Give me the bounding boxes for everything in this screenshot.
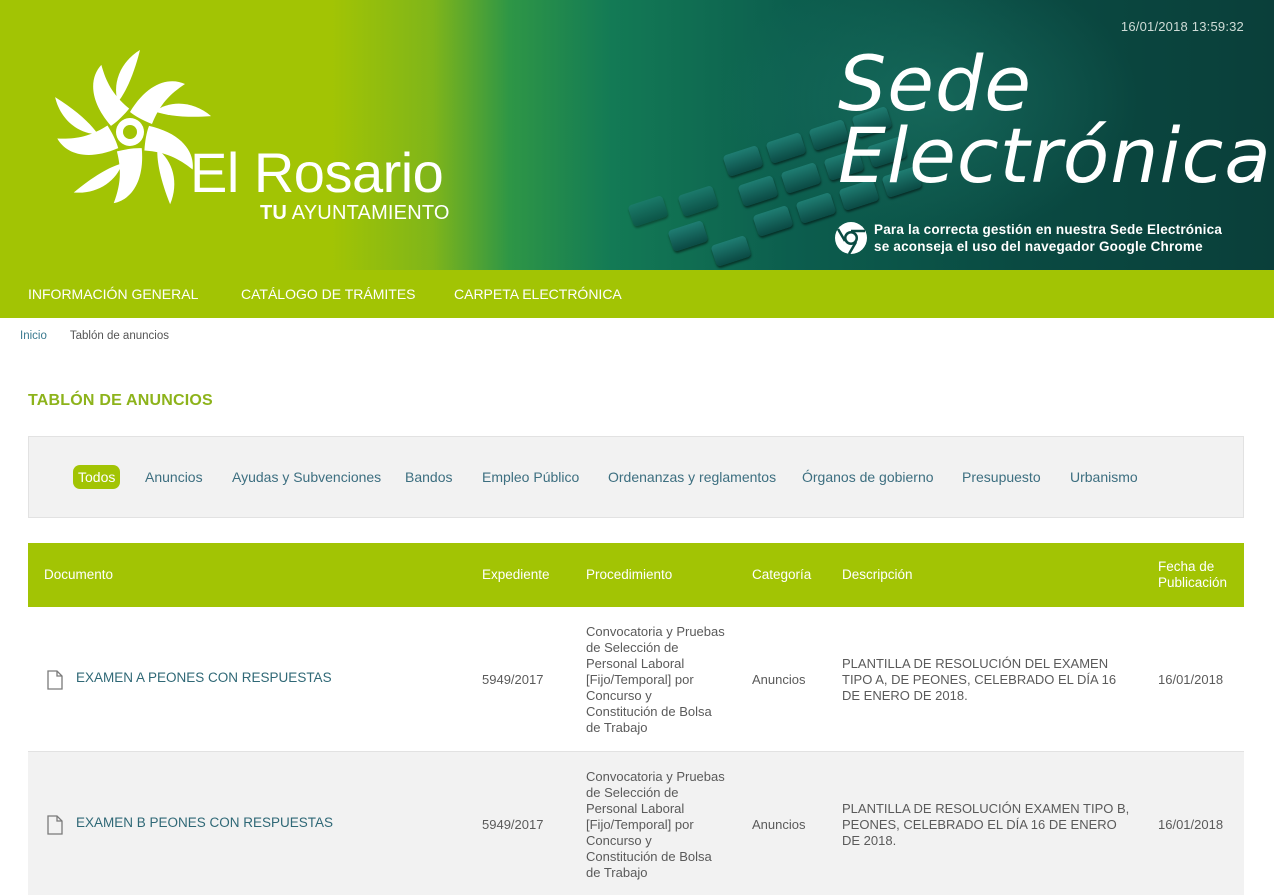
document-file-icon [47, 815, 63, 835]
breadcrumb-current: Tablón de anuncios [69, 330, 169, 342]
category-filter-bar: Todos Anuncios Ayudas y Subvenciones Ban… [28, 436, 1244, 518]
logo-name: El Rosario [190, 141, 444, 204]
table-row: EXAMEN A PEONES CON RESPUESTAS 5949/2017… [28, 607, 1244, 752]
nav-carpeta-electronica[interactable]: CARPETA ELECTRÓNICA [454, 286, 622, 302]
procedimiento-value: Convocatoria y Pruebas de Selección de P… [586, 624, 725, 735]
filter-bandos[interactable]: Bandos [405, 469, 452, 485]
categoria-value: Anuncios [752, 817, 806, 832]
header-banner: 16/01/2018 13:59:32 El Rosario TU AYUNTA… [0, 0, 1274, 270]
nav-catalogo-tramites[interactable]: CATÁLOGO DE TRÁMITES [241, 286, 416, 302]
chrome-recommendation: Para la correcta gestión en nuestra Sede… [834, 221, 1222, 255]
expediente-value: 5949/2017 [482, 672, 544, 687]
descripcion-value: PLANTILLA DE RESOLUCIÓN EXAMEN TIPO B, P… [842, 801, 1130, 848]
table-header: Documento Expediente Procedimiento Categ… [28, 543, 1244, 607]
filter-todos[interactable]: Todos [73, 465, 121, 489]
chrome-icon [835, 222, 867, 255]
col-expediente[interactable]: Expediente [482, 567, 550, 583]
fecha-value: 16/01/2018 [1158, 817, 1224, 832]
col-categoria[interactable]: Categoría [752, 567, 811, 583]
document-file-icon [47, 670, 63, 690]
filter-presupuesto[interactable]: Presupuesto [962, 469, 1041, 485]
col-descripcion[interactable]: Descripción [842, 567, 913, 583]
descripcion-value: PLANTILLA DE RESOLUCIÓN DEL EXAMEN TIPO … [842, 656, 1117, 703]
chrome-note-line1: Para la correcta gestión en nuestra Sede… [874, 222, 1223, 237]
filter-urbanismo[interactable]: Urbanismo [1070, 469, 1138, 485]
breadcrumb-home[interactable]: Inicio [20, 330, 47, 342]
filter-ordenanzas-reglamentos[interactable]: Ordenanzas y reglamentos [608, 469, 776, 485]
col-documento[interactable]: Documento [44, 567, 113, 583]
breadcrumb: Inicio Tablón de anuncios [20, 330, 169, 342]
table-row: EXAMEN B PEONES CON RESPUESTAS 5949/2017… [28, 752, 1244, 895]
nav-informacion-general[interactable]: INFORMACIÓN GENERAL [28, 286, 198, 302]
document-link[interactable]: EXAMEN A PEONES CON RESPUESTAS [76, 670, 332, 686]
sede-title-line2: Electrónica [838, 111, 1272, 200]
filter-anuncios[interactable]: Anuncios [145, 469, 203, 485]
expediente-value: 5949/2017 [482, 817, 544, 832]
datetime-stamp: 16/01/2018 13:59:32 [1120, 19, 1244, 34]
main-nav: INFORMACIÓN GENERAL CATÁLOGO DE TRÁMITES… [0, 270, 1274, 318]
categoria-value: Anuncios [752, 672, 806, 687]
fecha-value: 16/01/2018 [1158, 672, 1224, 687]
document-link[interactable]: EXAMEN B PEONES CON RESPUESTAS [76, 815, 333, 831]
col-fecha-publicacion[interactable]: Fecha de Publicación [1158, 559, 1227, 591]
page-title: TABLÓN DE ANUNCIOS [28, 392, 213, 409]
filter-empleo-publico[interactable]: Empleo Público [482, 469, 579, 485]
col-procedimiento[interactable]: Procedimiento [586, 567, 672, 583]
filter-organos-gobierno[interactable]: Órganos de gobierno [802, 469, 934, 485]
procedimiento-value: Convocatoria y Pruebas de Selección de P… [586, 769, 725, 880]
logo-tagline: TU AYUNTAMIENTO [260, 202, 450, 224]
filter-ayudas-subvenciones[interactable]: Ayudas y Subvenciones [232, 469, 381, 485]
chrome-note-line2: se aconseja el uso del navegador Google … [874, 239, 1203, 254]
